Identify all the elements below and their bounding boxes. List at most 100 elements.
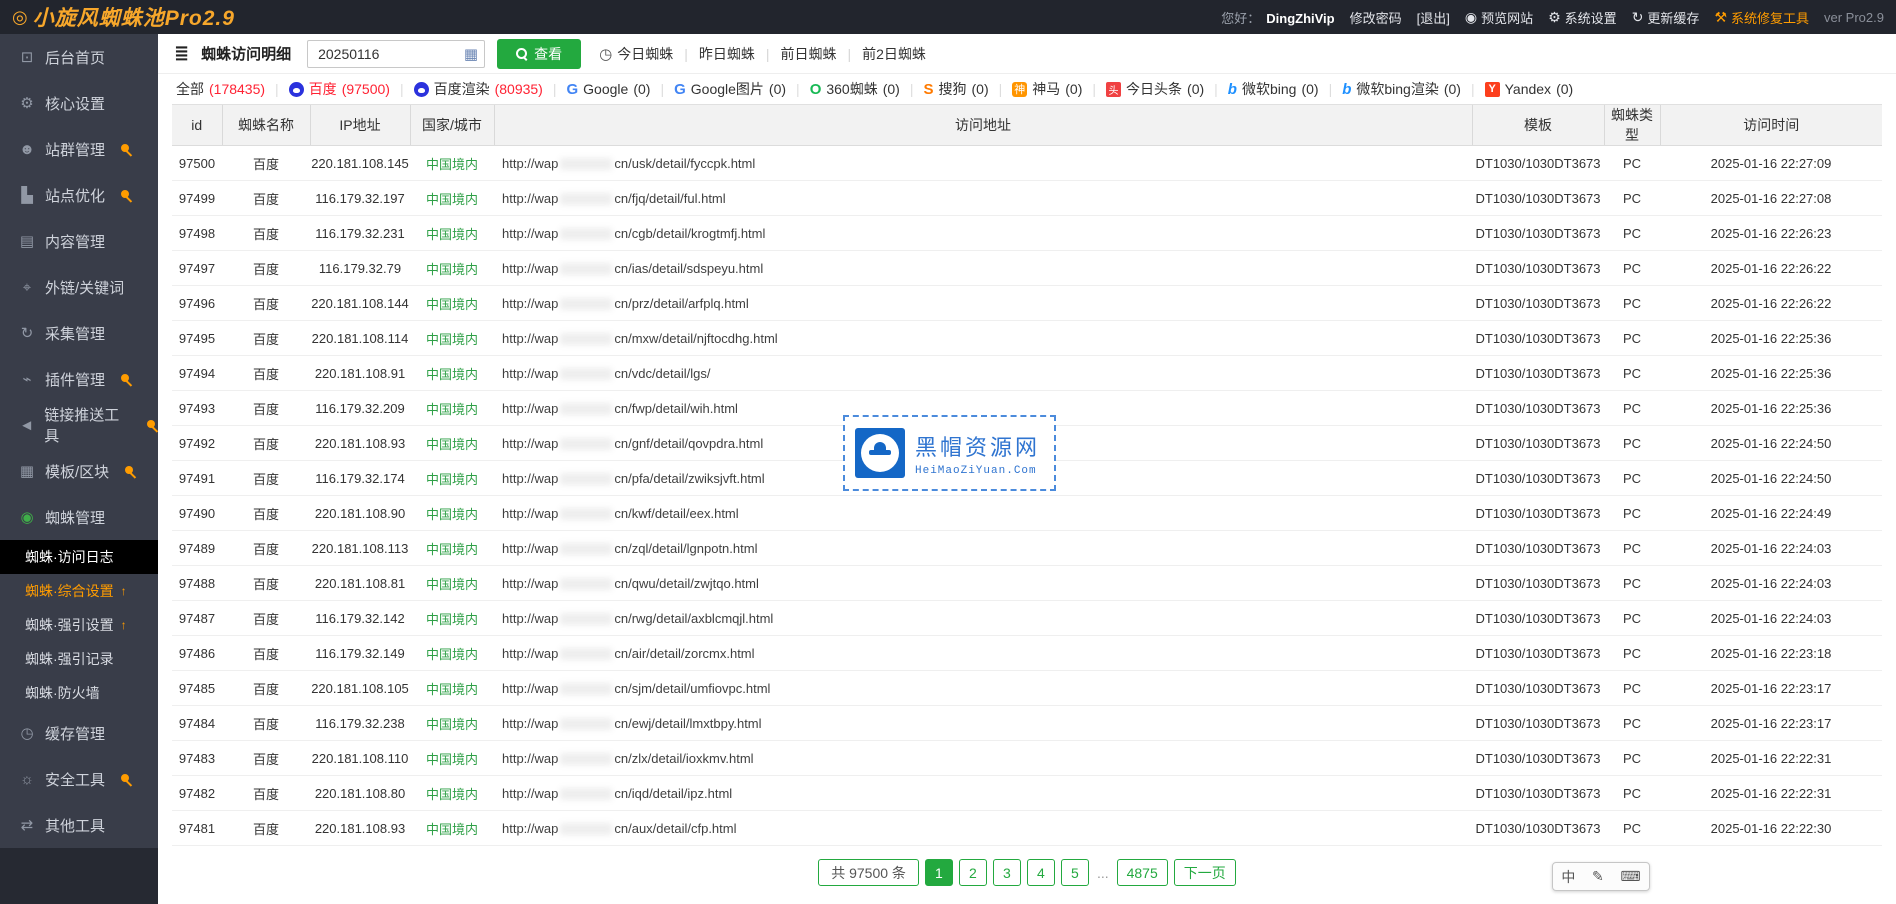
visit-url: http://wapcn/iqd/detail/ipz.html	[494, 776, 1472, 811]
logout-link[interactable]: [退出]	[1417, 8, 1450, 27]
sidebar-subitem-spider-visit-log[interactable]: 蜘蛛·访问日志	[0, 540, 158, 574]
sidebar-item-spider-manage[interactable]: ◉蜘蛛管理	[0, 494, 158, 540]
page-button-3[interactable]: 3	[993, 859, 1021, 886]
sidebar-item-cache-manage[interactable]: ◷缓存管理	[0, 710, 158, 756]
filter-bing-render[interactable]: b微软bing渲染(0)	[1342, 79, 1461, 99]
redacted-domain	[560, 263, 612, 275]
table-header-row: id蜘蛛名称IP地址国家/城市访问地址模板蜘蛛类型访问时间	[172, 105, 1882, 146]
filter-google-images[interactable]: GGoogle图片(0)	[674, 79, 786, 99]
system-settings-link[interactable]: ⚙系统设置	[1548, 8, 1617, 27]
shuffle-icon: ⇄	[18, 816, 36, 834]
url-prefix: http://wap	[502, 786, 558, 801]
pin-icon	[120, 373, 133, 386]
360-icon: O	[810, 81, 822, 98]
visit-url: http://wapcn/air/detail/zorcmx.html	[494, 636, 1472, 671]
url-path: cn/vdc/detail/lgs/	[614, 366, 710, 381]
visit-url: http://wapcn/ias/detail/sdspeyu.html	[494, 251, 1472, 286]
watermark-subtitle: HeiMaoZiYuan.Com	[915, 465, 1040, 477]
filter-label: 今日头条	[1126, 79, 1182, 99]
visit-time: 2025-01-16 22:24:50	[1660, 426, 1882, 461]
page-button-2[interactable]: 2	[959, 859, 987, 886]
spider-name: 百度	[222, 741, 310, 776]
row-id: 97495	[172, 321, 222, 356]
ime-toolbar[interactable]: 中 ✎ ⌨	[1552, 862, 1650, 891]
region: 中国境内	[410, 216, 494, 251]
filter-baidu-render[interactable]: 百度渲染(80935)	[414, 79, 543, 99]
quick-link-3[interactable]: 前2日蜘蛛	[862, 44, 926, 64]
sidebar-item-link-push-tools[interactable]: ◄链接推送工具	[0, 402, 158, 448]
page-button-4[interactable]: 4	[1027, 859, 1055, 886]
update-cache-link[interactable]: ↻更新缓存	[1632, 8, 1700, 27]
ime-pen-icon[interactable]: ✎	[1592, 868, 1604, 885]
sidebar-item-core-settings[interactable]: ⚙核心设置	[0, 80, 158, 126]
ip-address: 220.181.108.93	[310, 426, 410, 461]
date-input[interactable]	[307, 40, 485, 68]
quick-link-2[interactable]: 前日蜘蛛	[780, 44, 836, 64]
page-button-5[interactable]: 5	[1061, 859, 1089, 886]
url-prefix: http://wap	[502, 821, 558, 836]
url-path: cn/qwu/detail/zwjtqo.html	[614, 576, 759, 591]
filter-toutiao[interactable]: 头今日头条(0)	[1106, 79, 1204, 99]
sidebar-item-content-manage[interactable]: ▤内容管理	[0, 218, 158, 264]
quick-link-1[interactable]: 昨日蜘蛛	[699, 44, 755, 64]
table-row: 97489百度220.181.108.113中国境内http://wapcn/z…	[172, 531, 1882, 566]
sidebar-item-label: 内容管理	[45, 231, 105, 252]
page-button-1[interactable]: 1	[925, 859, 953, 886]
filter-google[interactable]: GGoogle(0)	[567, 81, 651, 98]
google-icon: G	[567, 81, 579, 98]
template: DT1030/1030DT3673	[1472, 251, 1604, 286]
sidebar-item-plugin-manage[interactable]: ⌁插件管理	[0, 356, 158, 402]
sidebar-item-label: 链接推送工具	[44, 404, 130, 446]
change-password-link[interactable]: 修改密码	[1350, 8, 1402, 27]
visit-time: 2025-01-16 22:26:23	[1660, 216, 1882, 251]
filter-shenma[interactable]: 神神马(0)	[1012, 79, 1082, 99]
sidebar-item-site-optimize[interactable]: ▙站点优化	[0, 172, 158, 218]
sidebar-subitem-spider-force-settings[interactable]: 蜘蛛·强引设置↑	[0, 608, 158, 642]
spider-type: PC	[1604, 636, 1660, 671]
redacted-domain	[560, 648, 612, 660]
template: DT1030/1030DT3673	[1472, 671, 1604, 706]
table-row: 97483百度220.181.108.110中国境内http://wapcn/z…	[172, 741, 1882, 776]
bulb-icon: ☼	[18, 771, 36, 788]
visit-time: 2025-01-16 22:22:30	[1660, 811, 1882, 846]
template: DT1030/1030DT3673	[1472, 741, 1604, 776]
sidebar-item-links-keywords[interactable]: ⌖外链/关键词	[0, 264, 158, 310]
filter-count: (0)	[1065, 81, 1082, 97]
sidebar-item-dashboard[interactable]: ⊡后台首页	[0, 34, 158, 80]
redacted-domain	[560, 158, 612, 170]
spider-name: 百度	[222, 216, 310, 251]
system-repair-tools-link[interactable]: ⚒系统修复工具	[1714, 8, 1809, 27]
next-page-button[interactable]: 下一页	[1174, 859, 1236, 886]
visit-time: 2025-01-16 22:24:03	[1660, 601, 1882, 636]
filter-yandex[interactable]: YYandex(0)	[1485, 81, 1574, 97]
sidebar-subitem-spider-firewall[interactable]: 蜘蛛·防火墙	[0, 676, 158, 710]
sidebar-item-site-group[interactable]: ☻站群管理	[0, 126, 158, 172]
visit-url: http://wapcn/prz/detail/arfplq.html	[494, 286, 1472, 321]
filter-baidu[interactable]: 百度(97500)	[289, 79, 390, 99]
ime-lang-indicator[interactable]: 中	[1561, 867, 1575, 887]
calendar-icon[interactable]: ▦	[464, 45, 478, 63]
sync-icon: ↻	[18, 324, 36, 342]
filter-sogou[interactable]: S搜狗(0)	[923, 79, 988, 99]
page-button-last[interactable]: 4875	[1117, 859, 1168, 886]
filter-all[interactable]: 全部(178435)	[176, 79, 265, 99]
app-title: 小旋风蜘蛛池Pro2.9	[33, 2, 235, 32]
visit-url: http://wapcn/sjm/detail/umfiovpc.html	[494, 671, 1472, 706]
list-icon: ≣	[174, 43, 189, 64]
filter-bing[interactable]: b微软bing(0)	[1228, 79, 1319, 99]
preview-site-link[interactable]: ◉预览网站	[1465, 8, 1533, 27]
table-row: 97482百度220.181.108.80中国境内http://wapcn/iq…	[172, 776, 1882, 811]
template: DT1030/1030DT3673	[1472, 146, 1604, 181]
sidebar-item-collect-manage[interactable]: ↻采集管理	[0, 310, 158, 356]
sidebar-item-other-tools[interactable]: ⇄其他工具	[0, 802, 158, 848]
view-button[interactable]: 查看	[497, 39, 581, 69]
pin-icon	[124, 465, 137, 478]
redacted-domain	[560, 578, 612, 590]
sidebar-subitem-spider-general-settings[interactable]: 蜘蛛·综合设置↑	[0, 574, 158, 608]
sidebar-subitem-spider-force-records[interactable]: 蜘蛛·强引记录	[0, 642, 158, 676]
sidebar-item-security-tools[interactable]: ☼安全工具	[0, 756, 158, 802]
filter-360-spider[interactable]: O360蜘蛛(0)	[810, 79, 900, 99]
sidebar-item-templates-blocks[interactable]: ▦模板/区块	[0, 448, 158, 494]
ime-keyboard-icon[interactable]: ⌨	[1620, 868, 1640, 885]
quick-link-0[interactable]: ◷今日蜘蛛	[599, 44, 673, 64]
